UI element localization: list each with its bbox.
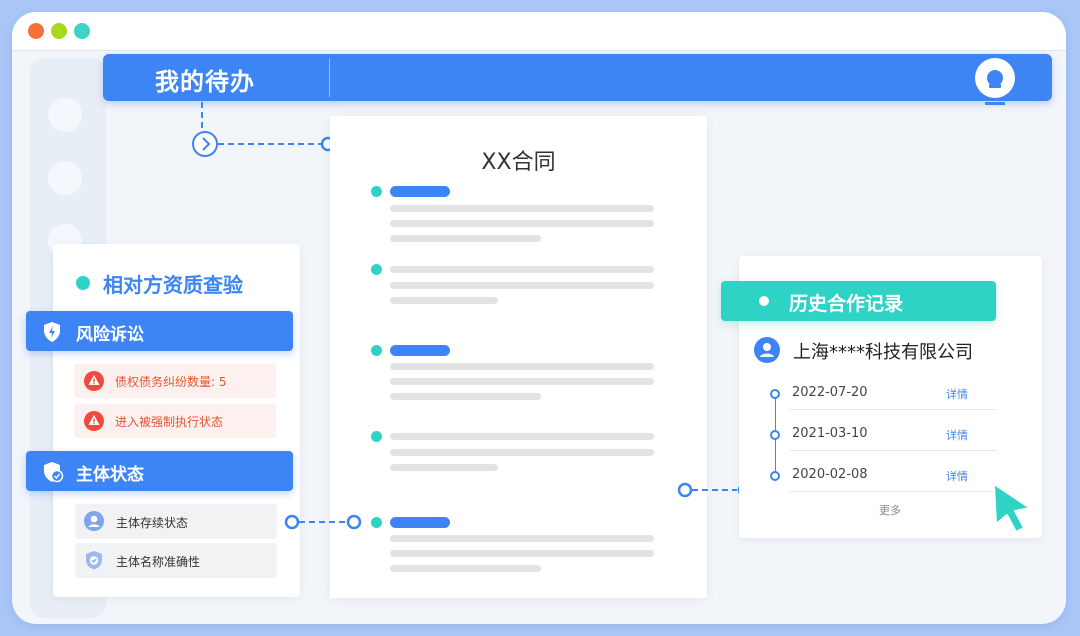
status-item-text: 主体存续状态	[116, 516, 189, 530]
text-line-placeholder	[390, 535, 654, 542]
text-line-placeholder	[390, 235, 541, 242]
company-contact-icon	[754, 337, 780, 363]
card-doc-connector	[284, 514, 362, 530]
text-line-placeholder	[390, 378, 654, 385]
section-bullet	[371, 431, 382, 442]
text-line-placeholder	[390, 266, 654, 273]
window-titlebar	[12, 12, 1066, 51]
close-window-dot[interactable]	[28, 23, 44, 39]
person-icon	[84, 511, 104, 531]
record-date: 2020-02-08	[792, 467, 868, 482]
page-title: 我的待办	[155, 68, 255, 96]
section-heading-placeholder	[390, 186, 450, 197]
section-bullet	[371, 345, 382, 356]
record-date: 2021-03-10	[792, 426, 868, 441]
text-line-placeholder	[390, 220, 654, 227]
user-icon	[985, 70, 1005, 105]
risk-section-title: 风险诉讼	[76, 325, 144, 345]
maximize-window-dot[interactable]	[74, 23, 90, 39]
entity-status-tab[interactable]: 主体状态	[26, 451, 293, 491]
history-record: 2020-02-08 详情	[770, 467, 996, 501]
text-line-placeholder	[390, 282, 654, 289]
risk-item-text: 进入被强制执行状态	[115, 415, 224, 429]
verified-shield-icon	[86, 551, 102, 570]
timeline-marker	[770, 471, 780, 481]
record-date: 2022-07-20	[792, 385, 868, 400]
section-heading-placeholder	[390, 517, 450, 528]
header-divider	[329, 58, 330, 97]
risk-item[interactable]: 债权债务纠纷数量: 5	[74, 364, 276, 398]
text-line-placeholder	[390, 464, 498, 471]
history-title: 历史合作记录	[789, 293, 904, 315]
company-row: 上海****科技有限公司	[754, 337, 973, 363]
user-avatar[interactable]	[975, 58, 1015, 105]
document-title: XX合同	[481, 150, 556, 175]
record-detail-link[interactable]: 详情	[946, 427, 968, 443]
risk-item-text: 债权债务纠纷数量: 5	[115, 375, 227, 389]
shield-lightning-icon	[44, 322, 60, 342]
history-record: 2022-07-20 详情	[770, 385, 996, 419]
text-line-placeholder	[390, 297, 498, 304]
history-record: 2021-03-10 详情	[770, 426, 996, 460]
text-line-placeholder	[390, 565, 541, 572]
more-link[interactable]: 更多	[879, 502, 901, 518]
cursor-pointer-icon	[993, 483, 1031, 533]
text-line-placeholder	[390, 433, 654, 440]
contract-document[interactable]: XX合同	[330, 116, 707, 598]
text-line-placeholder	[390, 363, 654, 370]
section-bullet	[371, 264, 382, 275]
card-title-dot	[76, 276, 90, 290]
risk-item[interactable]: 进入被强制执行状态	[74, 404, 276, 438]
shield-check-icon	[44, 462, 64, 483]
header-doc-connector	[192, 102, 336, 157]
record-divider	[790, 409, 996, 410]
counterparty-check-title: 相对方资质查验	[103, 273, 243, 297]
record-divider	[790, 491, 996, 492]
sidebar-nav-item[interactable]	[48, 98, 82, 132]
status-section-title: 主体状态	[76, 465, 144, 485]
todo-header-bar: 我的待办	[103, 54, 1052, 105]
status-item[interactable]: 主体名称准确性	[75, 543, 277, 578]
record-divider	[790, 450, 996, 451]
sidebar-nav-item[interactable]	[48, 161, 82, 195]
status-item-text: 主体名称准确性	[116, 555, 201, 569]
section-heading-placeholder	[390, 345, 450, 356]
timeline-marker	[770, 389, 780, 399]
text-line-placeholder	[390, 550, 654, 557]
minimize-window-dot[interactable]	[51, 23, 67, 39]
status-item[interactable]: 主体存续状态	[75, 504, 277, 539]
warning-icon	[84, 371, 104, 391]
company-name: 上海****科技有限公司	[793, 342, 973, 363]
text-line-placeholder	[390, 449, 654, 456]
record-detail-link[interactable]: 详情	[946, 468, 968, 484]
warning-icon	[84, 411, 104, 431]
timeline-marker	[770, 430, 780, 440]
history-title-dot	[759, 296, 769, 306]
history-header-bar: 历史合作记录	[721, 281, 996, 321]
text-line-placeholder	[390, 205, 654, 212]
section-bullet	[371, 517, 382, 528]
risk-litigation-tab[interactable]: 风险诉讼	[26, 311, 293, 351]
record-detail-link[interactable]: 详情	[946, 386, 968, 402]
section-bullet	[371, 186, 382, 197]
text-line-placeholder	[390, 393, 541, 400]
